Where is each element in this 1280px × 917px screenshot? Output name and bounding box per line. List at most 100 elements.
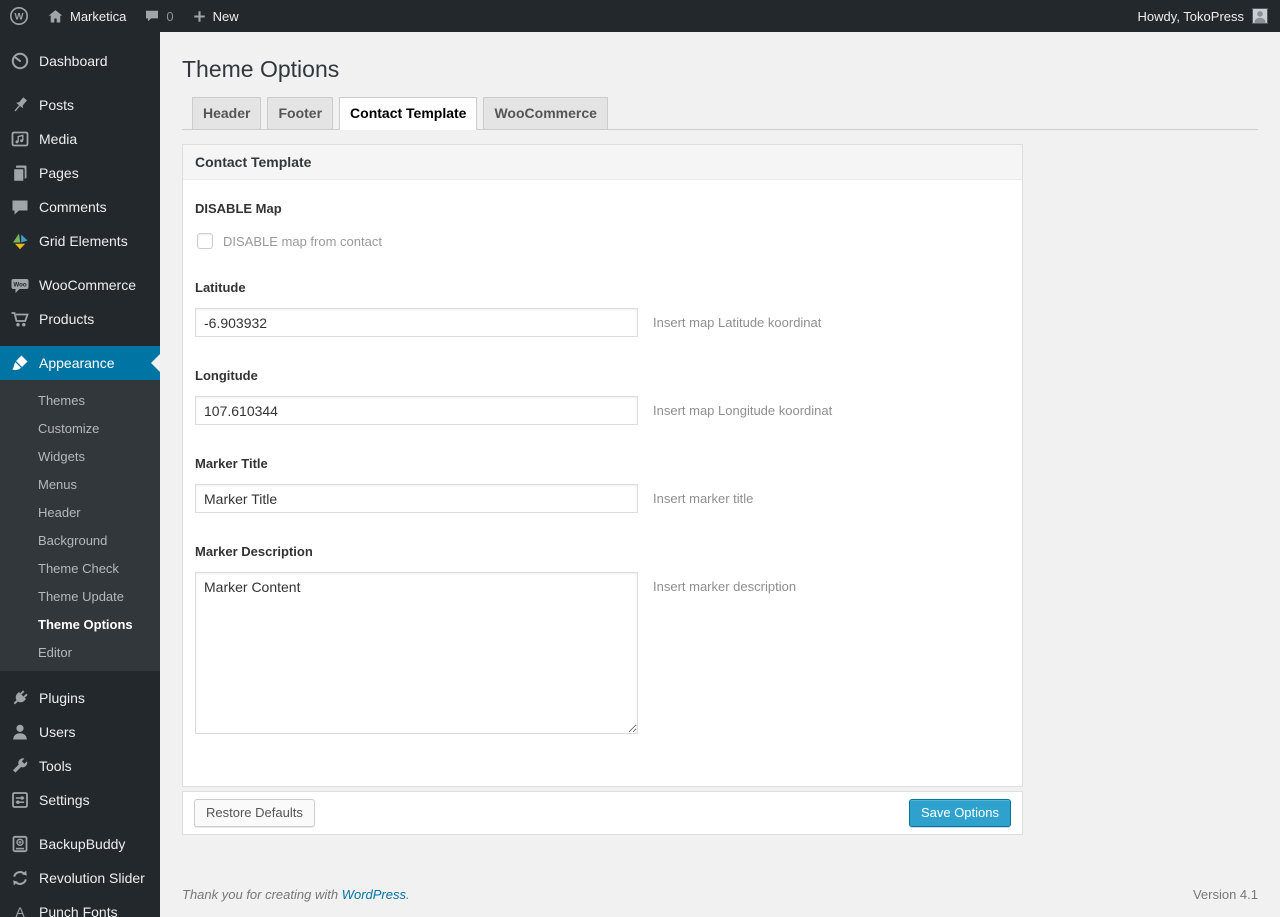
comment-count: 0 xyxy=(166,8,174,24)
longitude-help: Insert map Longitude koordinat xyxy=(653,403,833,418)
submenu-item-widgets[interactable]: Widgets xyxy=(0,443,160,471)
new-label: New xyxy=(212,8,239,24)
sidebar-item-users[interactable]: Users xyxy=(0,715,160,749)
tab-woocommerce[interactable]: WooCommerce xyxy=(483,97,608,130)
submenu-item-theme-update[interactable]: Theme Update xyxy=(0,583,160,611)
comment-bubble-icon xyxy=(144,8,160,24)
comments-icon xyxy=(10,197,30,217)
sidebar-item-label: BackupBuddy xyxy=(39,836,126,852)
site-name-label: Marketica xyxy=(70,8,127,24)
submenu-item-themes[interactable]: Themes xyxy=(0,387,160,415)
marker-description-textarea[interactable]: Marker Content xyxy=(195,572,638,734)
user-icon xyxy=(10,722,30,742)
disable-map-checkbox[interactable] xyxy=(197,233,213,249)
marker-title-row: Insert marker title xyxy=(195,484,1010,513)
menu-separator xyxy=(0,78,160,88)
appearance-submenu: Themes Customize Widgets Menus Header Backgro… xyxy=(0,380,160,671)
sidebar-item-plugins[interactable]: Plugins xyxy=(0,681,160,715)
latitude-input[interactable] xyxy=(195,308,638,337)
woocommerce-icon: Woo xyxy=(10,275,30,295)
marker-title-label: Marker Title xyxy=(195,456,268,471)
site-name-menu[interactable]: Marketica xyxy=(38,0,135,32)
sidebar-item-backupbuddy[interactable]: BackupBuddy xyxy=(0,827,160,861)
marker-description-label: Marker Description xyxy=(195,544,313,559)
sidebar-item-posts[interactable]: Posts xyxy=(0,88,160,122)
howdy-account-menu[interactable]: Howdy, TokoPress xyxy=(1138,9,1244,24)
restore-defaults-button[interactable]: Restore Defaults xyxy=(194,799,315,827)
media-icon xyxy=(10,129,30,149)
sidebar-item-dashboard[interactable]: Dashboard xyxy=(0,44,160,78)
menu-separator xyxy=(0,671,160,681)
submenu-item-theme-check[interactable]: Theme Check xyxy=(0,555,160,583)
latitude-help: Insert map Latitude koordinat xyxy=(653,315,822,330)
sidebar-item-label: Revolution Slider xyxy=(39,870,145,886)
form-action-bar: Restore Defaults Save Options xyxy=(182,791,1023,835)
disable-map-label: DISABLE Map xyxy=(195,201,282,216)
sidebar-item-grid-elements[interactable]: Grid Elements xyxy=(0,224,160,258)
sidebar-item-tools[interactable]: Tools xyxy=(0,749,160,783)
settings-icon xyxy=(10,790,30,810)
sidebar-item-punch-fonts[interactable]: A Punch Fonts xyxy=(0,895,160,917)
grid-elements-icon xyxy=(10,231,30,251)
main-content: Theme Options Header Footer Contact Templa… xyxy=(160,32,1280,917)
marker-title-input[interactable] xyxy=(195,484,638,513)
sidebar-item-label: Posts xyxy=(39,97,75,113)
footer-thanks-text: Thank you for creating with xyxy=(182,887,342,902)
cart-icon xyxy=(10,309,30,329)
tab-header[interactable]: Header xyxy=(192,97,262,130)
marker-title-help: Insert marker title xyxy=(653,491,754,506)
marker-description-row: Marker Content Insert marker description xyxy=(195,572,1010,734)
marker-description-help: Insert marker description xyxy=(653,579,797,594)
footer-thanks-period: . xyxy=(406,887,410,902)
sidebar-item-appearance[interactable]: Appearance xyxy=(0,346,160,380)
comments-indicator[interactable]: 0 xyxy=(135,0,182,32)
longitude-input[interactable] xyxy=(195,396,638,425)
sidebar-item-label: Pages xyxy=(39,165,79,181)
disable-map-row: DISABLE map from contact xyxy=(195,233,1010,249)
submenu-item-customize[interactable]: Customize xyxy=(0,415,160,443)
theme-options-tabs: Header Footer Contact Template WooCommerce xyxy=(182,97,1258,130)
sidebar-item-label: WooCommerce xyxy=(39,277,136,293)
current-menu-arrow-icon xyxy=(151,354,160,372)
submenu-item-header[interactable]: Header xyxy=(0,499,160,527)
contact-template-panel: Contact Template DISABLE Map DISABLE map… xyxy=(182,144,1023,787)
avatar[interactable] xyxy=(1252,8,1268,24)
panel-title: Contact Template xyxy=(183,145,1022,180)
save-options-button[interactable]: Save Options xyxy=(908,799,1011,827)
sidebar-item-revolution-slider[interactable]: Revolution Slider xyxy=(0,861,160,895)
admin-menu: Dashboard Posts Media Pages Comments Grid Ele… xyxy=(0,44,160,917)
pin-icon xyxy=(10,95,30,115)
sidebar-item-products[interactable]: Products xyxy=(0,302,160,336)
svg-text:A: A xyxy=(15,904,25,917)
admin-sidebar: Dashboard Posts Media Pages Comments Grid Ele… xyxy=(0,32,160,917)
sidebar-item-label: Settings xyxy=(39,792,90,808)
sidebar-item-pages[interactable]: Pages xyxy=(0,156,160,190)
wordpress-link[interactable]: WordPress xyxy=(342,887,406,902)
sidebar-item-media[interactable]: Media xyxy=(0,122,160,156)
submenu-item-menus[interactable]: Menus xyxy=(0,471,160,499)
sidebar-item-label: Dashboard xyxy=(39,53,108,69)
panel-body: DISABLE Map DISABLE map from contact Lat… xyxy=(183,201,1022,786)
footer-thanks: Thank you for creating with WordPress. xyxy=(182,887,410,902)
submenu-item-theme-options[interactable]: Theme Options xyxy=(0,611,160,639)
tab-contact-template[interactable]: Contact Template xyxy=(339,97,478,130)
new-content-menu[interactable]: New xyxy=(183,0,248,32)
sidebar-item-label: Media xyxy=(39,131,78,147)
wordpress-logo-icon[interactable]: W xyxy=(0,0,38,32)
submenu-item-background[interactable]: Background xyxy=(0,527,160,555)
pages-icon xyxy=(10,163,30,183)
sidebar-item-woocommerce[interactable]: Woo WooCommerce xyxy=(0,268,160,302)
submenu-item-editor[interactable]: Editor xyxy=(0,639,160,667)
backup-drive-icon xyxy=(10,834,30,854)
sidebar-item-settings[interactable]: Settings xyxy=(0,783,160,817)
menu-separator xyxy=(0,258,160,268)
wrench-icon xyxy=(10,756,30,776)
tab-footer[interactable]: Footer xyxy=(267,97,334,130)
sidebar-item-comments[interactable]: Comments xyxy=(0,190,160,224)
menu-separator xyxy=(0,817,160,827)
svg-text:Woo: Woo xyxy=(13,282,27,289)
latitude-row: Insert map Latitude koordinat xyxy=(195,308,1010,337)
cycle-arrows-icon xyxy=(10,868,30,888)
latitude-label: Latitude xyxy=(195,280,246,295)
plugin-icon xyxy=(10,688,30,708)
